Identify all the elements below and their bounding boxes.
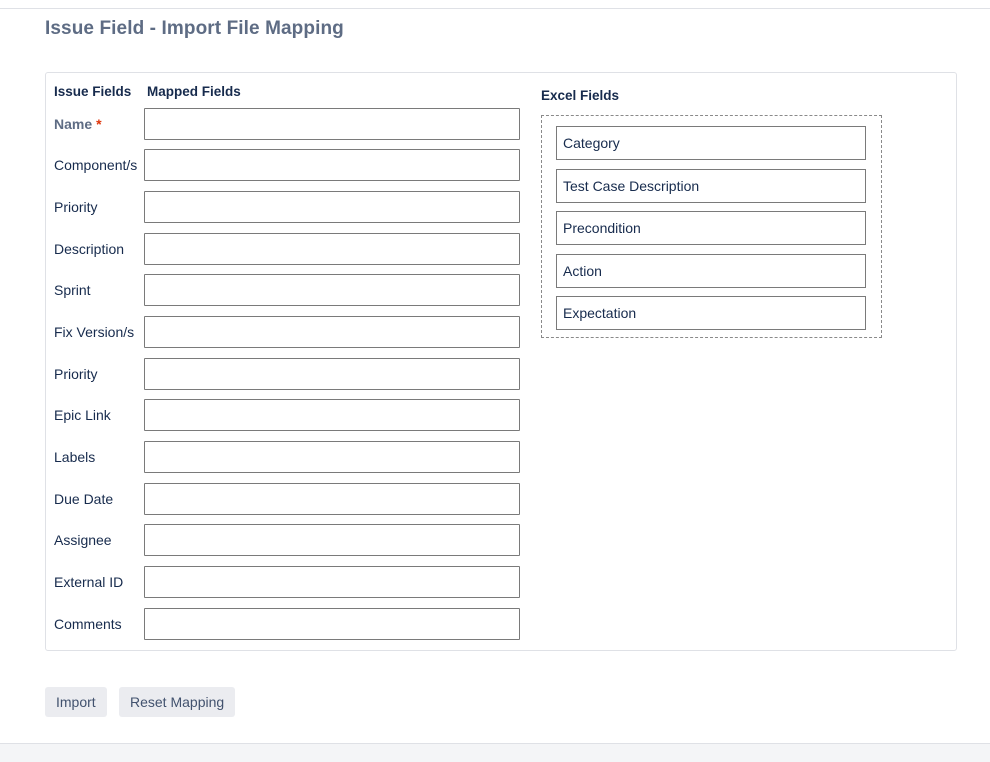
excel-fields-dropzone[interactable]: Category Test Case Description Preconditio…: [541, 115, 882, 338]
mapping-row: Description: [54, 233, 524, 265]
mapped-field-dropbox[interactable]: [144, 566, 520, 598]
mapping-row: Assignee: [54, 524, 524, 556]
issue-field-label: Fix Version/s: [54, 316, 134, 348]
issue-field-label-text: Name: [54, 116, 93, 132]
excel-field-item[interactable]: Precondition: [556, 211, 866, 245]
mapped-field-dropbox[interactable]: [144, 108, 520, 140]
mapping-row: Fix Version/s: [54, 316, 524, 348]
issue-field-label: Labels: [54, 441, 95, 473]
issue-field-label-text: Description: [54, 241, 125, 257]
mapped-field-dropbox[interactable]: [144, 316, 520, 348]
issue-field-label-text: Fix Version/s: [54, 324, 135, 340]
footer-bar: [0, 743, 990, 762]
issue-field-label-text: External ID: [54, 574, 124, 590]
issue-field-label: Description: [54, 233, 124, 265]
excel-field-item[interactable]: Test Case Description: [556, 168, 866, 203]
mapped-field-dropbox[interactable]: [144, 399, 520, 431]
mapping-row: Priority: [54, 191, 524, 223]
mapped-field-dropbox[interactable]: [144, 483, 520, 515]
import-button[interactable]: Import: [45, 687, 107, 717]
issue-field-label: Assignee: [54, 524, 112, 556]
mapping-row: Priority: [54, 358, 524, 390]
issue-field-label: Priority: [54, 191, 98, 223]
issue-field-label: Name *: [54, 108, 102, 140]
excel-field-item[interactable]: Expectation: [556, 296, 866, 330]
mapping-row: Epic Link: [54, 399, 524, 431]
mapped-field-dropbox[interactable]: [144, 233, 520, 265]
issue-field-label: Component/s: [54, 149, 137, 181]
mapped-field-dropbox[interactable]: [144, 441, 520, 473]
issue-field-label-text: Component/s: [54, 157, 138, 173]
top-divider: [0, 8, 990, 9]
excel-field-item[interactable]: Category: [556, 126, 866, 160]
issue-field-label-text: Priority: [54, 366, 98, 382]
excel-fields-header: Excel Fields: [541, 88, 620, 103]
reset-mapping-button[interactable]: Reset Mapping: [119, 687, 236, 717]
mapped-field-dropbox[interactable]: [144, 358, 520, 390]
mapping-row: Labels: [54, 441, 524, 473]
mapping-row: Component/s: [54, 149, 524, 181]
issue-field-label: External ID: [54, 566, 123, 598]
mapped-fields-header: Mapped Fields: [147, 84, 241, 99]
issue-field-label-text: Sprint: [54, 282, 91, 298]
issue-field-label-text: Due Date: [54, 491, 114, 507]
issue-field-label: Due Date: [54, 483, 113, 515]
excel-field-item[interactable]: Action: [556, 253, 866, 288]
issue-field-label: Comments: [54, 608, 122, 640]
mapping-row: Due Date: [54, 483, 524, 515]
issue-field-label-text: Assignee: [54, 532, 112, 548]
issue-field-label: Epic Link: [54, 399, 111, 431]
mapped-field-dropbox[interactable]: [144, 608, 520, 640]
mapping-row: External ID: [54, 566, 524, 598]
mapped-field-dropbox[interactable]: [144, 191, 520, 223]
issue-field-label: Priority: [54, 358, 98, 390]
mapping-panel: Issue Fields Mapped Fields Excel Fields …: [45, 72, 957, 651]
mapping-row: Sprint: [54, 274, 524, 306]
issue-field-label-text: Comments: [54, 616, 122, 632]
issue-field-label: Sprint: [54, 274, 91, 306]
required-marker: *: [96, 116, 102, 132]
mapped-field-dropbox[interactable]: [144, 274, 520, 306]
mapping-row: Comments: [54, 608, 524, 640]
issue-field-label-text: Epic Link: [54, 407, 111, 423]
mapped-field-dropbox[interactable]: [144, 524, 520, 556]
issue-field-label-text: Priority: [54, 199, 98, 215]
mapped-field-dropbox[interactable]: [144, 149, 520, 181]
issue-fields-header: Issue Fields: [54, 84, 132, 99]
issue-field-label-text: Labels: [54, 449, 96, 465]
page-title: Issue Field - Import File Mapping: [45, 18, 344, 39]
mapping-row: Name *: [54, 108, 524, 140]
